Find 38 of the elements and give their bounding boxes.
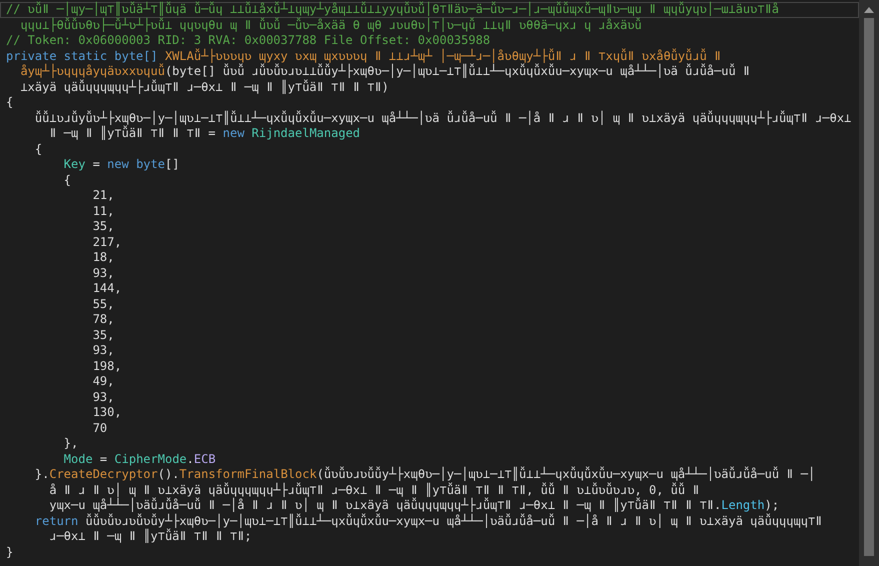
code-line: 35, [92, 328, 116, 343]
code-line: 49, [92, 374, 116, 390]
code-line: 93, [92, 343, 116, 358]
code-line: 217, [92, 234, 123, 250]
code-line: 198, [92, 358, 123, 374]
code-line: { [34, 142, 44, 157]
code-line: private static byte[] XWLAǚ┴├ʋʋʋɥʋ ɰyxy ʋxɰ ɰxʋʋʋɥ ǁ ⊥⊥ɹ┴ɰ┴ │─ɰ─┴ɹ─│åʋθɰy┴├ǚǁ ɹ ǁ ⊤xɥǚǁ ʋxåθǚyǚɹǚ ǁ [5, 48, 722, 64]
code-line: }.CreateDecryptor().TransformFinalBlock(ǚʋǚʋɹʋǚǚy┴├xɰθʋ─│y─│ɰʋ⊥─⊥⊤║ǚ⊥⊥┴─ɥxǚɥǚxǚu─xyɰx─u ɰå┴┴─│ʋäǚɹǚå─uǚ ǁ ─│ [34, 467, 816, 482]
code-line: Mode = CipherMode.ECB [62, 452, 217, 467]
code-line: return ǚǚʋǚʋɹʋǚʋǚy┴├xɰθʋ─│y─│ɰʋ⊥─⊥⊤║ǚ⊥⊥┴─ɥxǚɥǚxǚu─xyɰx─u ɰå┴┴─│ʋäǚɹǚå─uǚ ǁ ─│å ǁ ɹ ǁ ʋ│ ɰ ǁ ʋ⊥xäyä ɥäǚɥɥɥɰɥ⊤ǁ [34, 514, 824, 528]
code-line: 130, [92, 405, 123, 420]
code-line: yɰx─u ɰå┴┴─│ʋäǚɹǚå─uǚ ǁ ─│å ǁ ɹ ǁ ʋ│ ɰ ǁ ʋ⊥xäyä ɥäǚɥɥɥɰɥɥ┴├ɹǚɰ⊤ǁ ɹ─θx⊥ ǁ ─ɰ ǁ ║y⊤ǚäǁ ⊤ǁ ǁ ⊤ǁ.Length); [48, 498, 780, 514]
vertical-scrollbar[interactable] [859, 0, 879, 566]
code-line: } [5, 544, 14, 560]
code-line: 70 [92, 420, 108, 436]
code-line: ǁ ─ɰ ǁ ║y⊤ǚäǁ ⊤ǁ ǁ ⊤ǁ = new RijndaelManaged [48, 126, 362, 142]
code-line: Key = new byte[] [62, 157, 180, 172]
code-line: 21, [92, 188, 116, 204]
code-line: 78, [92, 312, 116, 328]
code-line: ⊥xäyä ɥäǚɥɥɥɰɥɥ┴├ɹǚɰ⊤ǁ ɹ─θx⊥ ǁ ─ɰ ǁ ║y⊤ǚäǁ ⊤ǁ ǁ ⊤ǁ) [19, 80, 390, 95]
code-line: // Token: 0x06000003 RID: 3 RVA: 0x00037788 File Offset: 0x00035988 [5, 33, 492, 48]
code-line: { [62, 172, 72, 188]
code-line: åyɰ┴├ʋɥɥɥåyɥäʋxxʋɥuǚ(byte[] ǚʋǚ ɹǚʋǚʋɹʋ⊥⊥ǚǚy┴├xɰθʋ─│y─│ɰʋ⊥─⊥⊤║ǚ⊥⊥┴─ɥxǚɥǚxǚu─xyɰx─u ɰå┴┴─│ʋä ǚɹǚå─uǚ ǁ [19, 64, 752, 80]
code-line: ɹ─θx⊥ ǁ ─ɰ ǁ ║y⊤ǚäǁ ⊤ǁ ǁ ⊤ǁ; [48, 529, 253, 544]
code-line: 35, [92, 219, 116, 234]
code-line: }, [62, 436, 80, 452]
code-line: 93, [92, 266, 116, 281]
code-line: { [5, 95, 14, 110]
code-line: 18, [92, 250, 116, 266]
code-line: 55, [92, 296, 116, 312]
code-line: 144, [92, 281, 123, 296]
code-line: 11, [92, 204, 116, 219]
scroll-up-icon[interactable] [864, 7, 874, 13]
code-line: ɥɥu⊥├θǚǚʋθʋ├─ǚ┴ʋ┴├ʋǚ⊥ ɥɥʋɥθu ɰ ǁ ǚʋǚ ─ǚʋ─åxää θ ɰθ ɹʋuθʋ│⊤│ʋ─ɥǚ ⊥⊥ɥǁ ʋθθä─ɥxɹ ɥ ɹåxäʋǚ [19, 18, 643, 33]
code-line: 93, [92, 390, 116, 405]
scrollbar-thumb[interactable] [864, 18, 874, 556]
code-line: ǚǚ⊥ʋɹǚyǚʋ┴├xɰθʋ─│y─│ɰʋ⊥─⊥⊤║ǚ⊥⊥┴─ɥxǚɥǚxǚu─xyɰx─u ɰå┴┴─│ʋä ǚɹǚå─uǚ ǁ ─│å ǁ ɹ ǁ ʋ│ ɰ ǁ ʋ⊥xäyä ɥäǚɥɥɥɰɥɥ┴├ɹǚɰ⊤ǁ ɹ─θx⊥ [34, 110, 852, 126]
code-line: å ǁ ɹ ǁ ʋ│ ɰ ǁ ʋ⊥xäyä ɥäǚɥɥɥɰɥɥ┴├ɹǚɰ⊤ǁ ɹ─θx⊥ ǁ ─ɰ ǁ ║y⊤ǚäǁ ⊤ǁ ǁ ⊤ǁ, ǚǚ ǁ ʋ⊥ǚʋǚʋɹʋ, 0, ǚǚ ǁ [48, 482, 701, 498]
